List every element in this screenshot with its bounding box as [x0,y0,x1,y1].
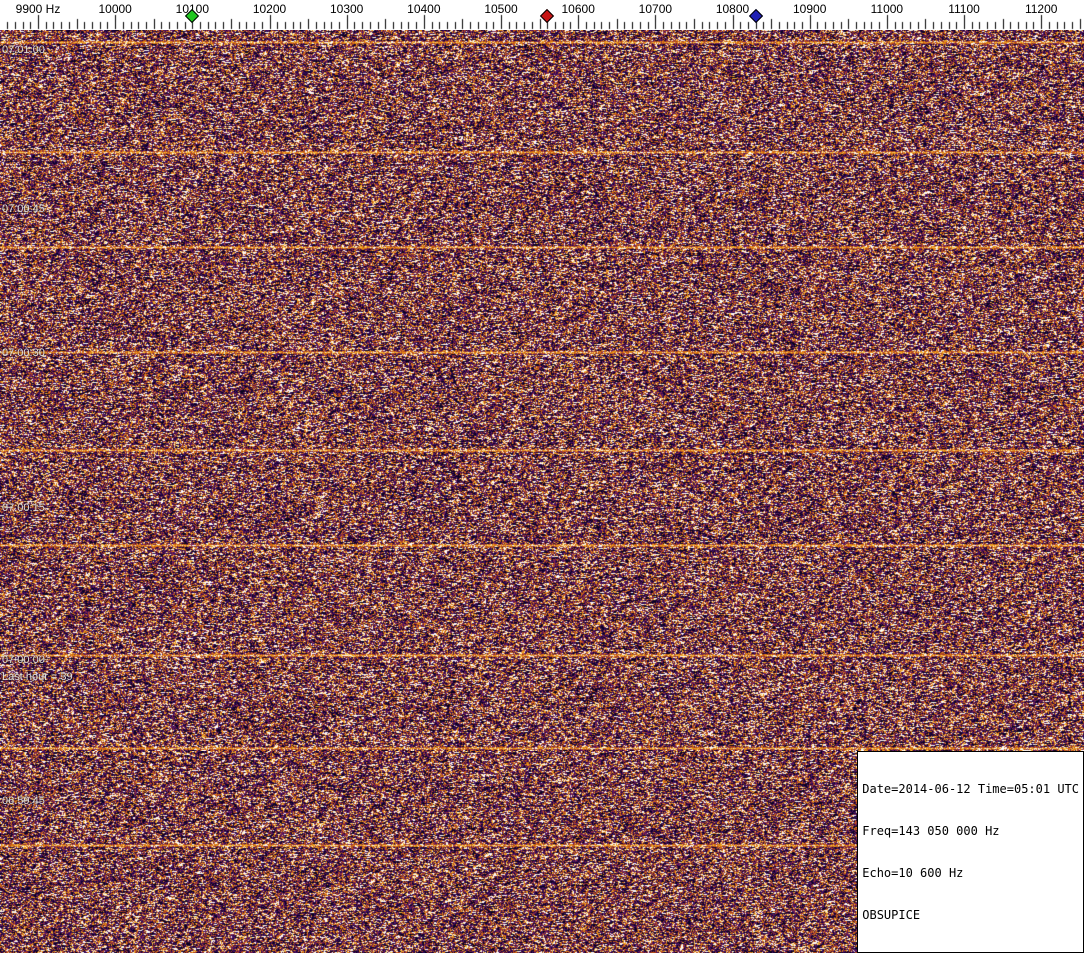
info-freq-line: Freq=143 050 000 Hz [862,824,1000,838]
freq-tick-label: 10500 [484,2,518,16]
freq-tick-label: 11200 [1024,2,1058,16]
info-echo-line: Echo=10 600 Hz [862,866,964,880]
freq-tick-label: 10800 [715,2,750,16]
time-tick-label: 07:00:15 [2,502,45,514]
spectrogram-waterfall: -100 dB -50 0 Date=2014-06-12 Time=05:01… [0,30,1084,953]
last-hour-annotation: Last hour = 39 [2,671,73,683]
time-tick-label: 07:00:00 [2,654,45,666]
freq-tick-label: 9900 Hz [15,2,61,16]
freq-tick-label: 10600 [561,2,595,16]
info-box: Date=2014-06-12 Time=05:01 UTC Freq=143 … [857,751,1084,953]
freq-tick-label: 10000 [98,2,132,16]
info-station-line: OBSUPICE [862,908,921,922]
freq-tick-label: 10900 [793,2,827,16]
time-tick-label: 06:59:45 [2,795,45,807]
time-tick-label: 07:00:30 [2,347,45,359]
spectrogram-app: 9900 Hz100001010010200103001040010500106… [0,0,1084,953]
freq-tick-label: 10200 [252,2,287,16]
frequency-ruler: 9900 Hz100001010010200103001040010500106… [0,0,1084,30]
info-date-line: Date=2014-06-12 Time=05:01 UTC [862,782,1079,796]
freq-tick-label: 11000 [870,2,904,16]
freq-tick-label: 11100 [948,2,980,16]
time-tick-label: 07:01:00 [2,44,45,56]
freq-tick-label: 10400 [407,2,441,16]
freq-tick-label: 10300 [329,2,364,16]
time-tick-label: 07:00:45 [2,203,45,215]
freq-tick-label: 10700 [638,2,673,16]
